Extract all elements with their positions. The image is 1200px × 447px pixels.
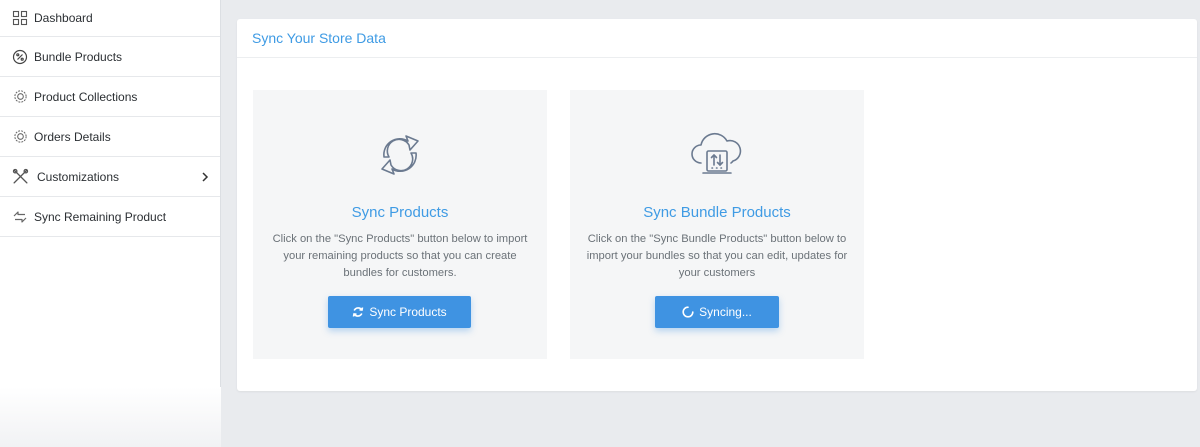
sidebar-item-orders-details[interactable]: Orders Details xyxy=(0,117,220,157)
sync-products-button[interactable]: Sync Products xyxy=(328,296,471,328)
spinner-icon xyxy=(682,306,694,318)
tools-icon xyxy=(11,168,29,186)
sync-bundle-products-button[interactable]: Syncing... xyxy=(655,296,779,328)
sidebar-item-label: Customizations xyxy=(37,169,120,184)
gear-badge-icon xyxy=(11,88,29,106)
sync-circle-icon xyxy=(370,125,430,185)
button-label: Sync Products xyxy=(369,305,447,319)
sidebar-footer xyxy=(0,387,221,447)
sidebar-item-dashboard[interactable]: Dashboard xyxy=(0,0,220,37)
sidebar-item-label: Orders Details xyxy=(34,129,111,144)
sidebar-item-label: Bundle Products xyxy=(34,49,123,64)
sidebar-item-sync-remaining-product[interactable]: Sync Remaining Product xyxy=(0,197,220,237)
sync-arrows-icon xyxy=(11,208,29,226)
sidebar-item-label: Dashboard xyxy=(34,11,93,25)
panel-title: Sync Bundle Products xyxy=(643,204,791,221)
sidebar-item-bundle-products[interactable]: Bundle Products xyxy=(0,37,220,77)
panel-description: Click on the "Sync Products" button belo… xyxy=(272,233,528,279)
sync-bundle-products-panel: Sync Bundle Products Click on the "Sync … xyxy=(570,90,864,359)
sidebar-item-customizations[interactable]: Customizations xyxy=(0,157,220,197)
sidebar: Dashboard Bundle Products Product Collec… xyxy=(0,0,221,447)
sidebar-item-product-collections[interactable]: Product Collections xyxy=(0,77,220,117)
sync-store-data-card: Sync Your Store Data Sync Products Click… xyxy=(237,19,1197,391)
gear-badge-icon xyxy=(11,128,29,146)
grid-icon xyxy=(11,9,29,27)
sync-products-panel: Sync Products Click on the "Sync Product… xyxy=(253,90,547,359)
cloud-sync-icon xyxy=(687,125,747,185)
button-label: Syncing... xyxy=(699,305,752,319)
sidebar-item-label: Product Collections xyxy=(34,89,138,104)
refresh-icon xyxy=(352,306,364,318)
chevron-right-icon xyxy=(200,171,210,182)
panel-title: Sync Products xyxy=(351,204,449,221)
percent-badge-icon xyxy=(11,48,29,66)
sidebar-item-label: Sync Remaining Product xyxy=(34,209,167,224)
card-title: Sync Your Store Data xyxy=(237,19,1197,58)
panel-description: Click on the "Sync Bundle Products" butt… xyxy=(586,233,848,279)
